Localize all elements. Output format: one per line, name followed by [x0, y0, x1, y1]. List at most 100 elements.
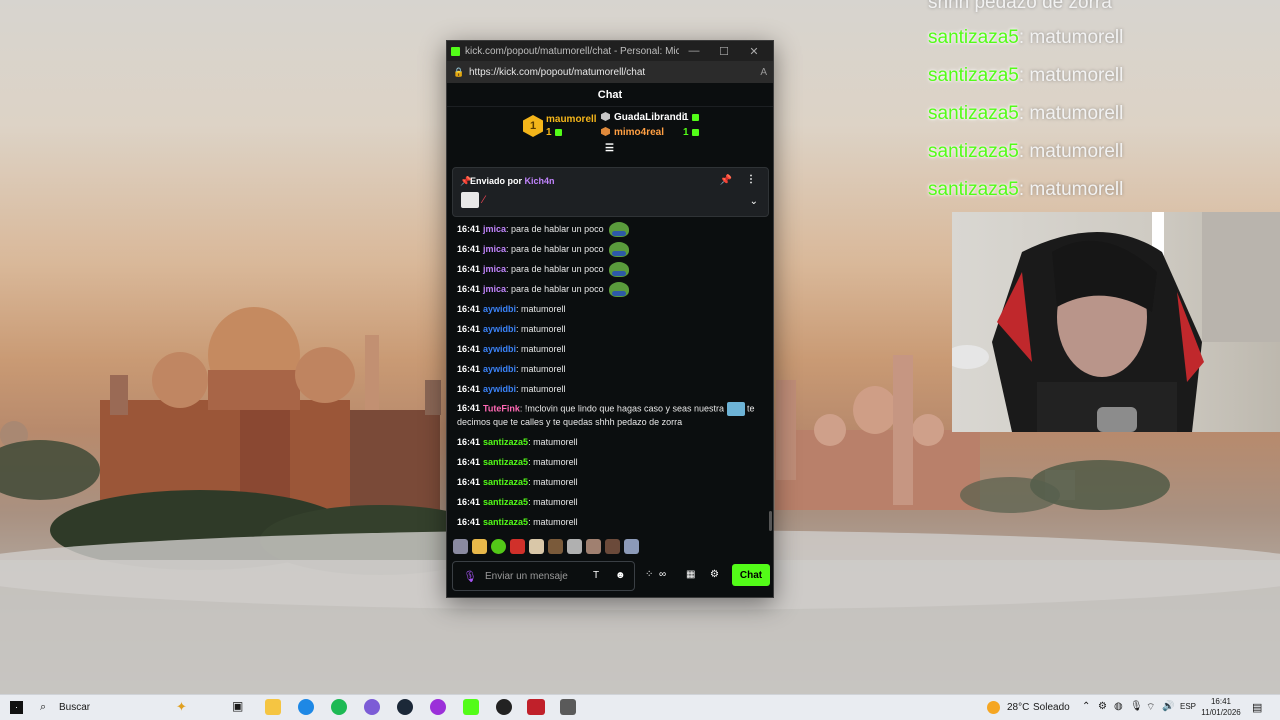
chat-message[interactable]: 16:41 santizaza5: matumorell: [457, 512, 767, 532]
message-input[interactable]: [485, 568, 585, 584]
username[interactable]: santizaza5: [483, 452, 528, 472]
tray-network-icon[interactable]: ◍: [1114, 701, 1123, 712]
windows-start-icon[interactable]: [10, 701, 23, 714]
chat-message[interactable]: 16:41 aywidbi: matumorell: [457, 339, 767, 359]
username[interactable]: santizaza5: [483, 472, 528, 492]
input-language[interactable]: ESP: [1180, 702, 1196, 711]
timestamp: 16:41: [457, 244, 481, 254]
store-icon[interactable]: ▦: [686, 569, 695, 580]
username[interactable]: TuteFink: [483, 403, 520, 413]
weather-condition[interactable]: Soleado: [1033, 702, 1070, 713]
tray-chevron-up-icon[interactable]: ⌃: [1082, 701, 1090, 712]
emoji-icon[interactable]: ☻: [615, 570, 626, 581]
chat-message[interactable]: 16:41 aywidbi: matumorell: [457, 359, 767, 379]
chevron-down-icon[interactable]: ⌄: [750, 196, 758, 207]
unpin-icon[interactable]: 📌: [720, 175, 732, 186]
canva-app-icon[interactable]: [430, 699, 446, 715]
steam-icon[interactable]: [397, 699, 413, 715]
leaderboard-first-name[interactable]: maumorell: [546, 114, 597, 125]
chat-message[interactable]: 16:41 aywidbi: matumorell: [457, 319, 767, 339]
gift-leaderboard[interactable]: 1 maumorell 1 GuadaLibrandi 1 mimo4real …: [447, 107, 773, 154]
quick-emote-icon[interactable]: [624, 539, 639, 554]
quick-emote-icon[interactable]: [567, 539, 582, 554]
chat-message[interactable]: 16:41 jmica: para de hablar un poco: [457, 219, 767, 239]
quick-emote-icon[interactable]: [472, 539, 487, 554]
wifi-icon[interactable]: ⌔: [1146, 701, 1155, 714]
file-explorer-icon[interactable]: [265, 699, 281, 715]
quick-emote-icon[interactable]: [548, 539, 563, 554]
translate-icon[interactable]: T: [593, 570, 599, 581]
search-icon[interactable]: ⌕: [40, 701, 46, 714]
collapse-leaderboard-icon[interactable]: ☰: [605, 143, 614, 154]
chat-message[interactable]: 16:41 aywidbi: matumorell: [457, 299, 767, 319]
chat-message[interactable]: 16:41 jmica: para de hablar un poco: [457, 239, 767, 259]
edge-browser-icon[interactable]: [298, 699, 314, 715]
chat-message[interactable]: 16:41 santizaza5: matumorell: [457, 452, 767, 472]
discord-icon[interactable]: [364, 699, 380, 715]
username[interactable]: santizaza5: [483, 432, 528, 452]
chat-scrollbar[interactable]: [769, 511, 772, 531]
read-aloud-icon[interactable]: A: [760, 67, 767, 78]
quick-emote-icon[interactable]: [510, 539, 525, 554]
notification-icon[interactable]: ▤: [1252, 701, 1262, 714]
close-button[interactable]: ✕: [739, 45, 769, 58]
username[interactable]: santizaza5: [483, 492, 528, 512]
quick-emote-icon[interactable]: [491, 539, 506, 554]
pinned-message[interactable]: 📌 Enviado por Kich4n 📌 ⋮ ⁄ ⌄: [452, 167, 769, 217]
maximize-button[interactable]: ☐: [709, 45, 739, 58]
temperature[interactable]: 28°C: [1007, 702, 1029, 713]
username[interactable]: aywidbi: [483, 319, 516, 339]
minimize-button[interactable]: —: [679, 45, 709, 57]
quick-emote-icon[interactable]: [453, 539, 468, 554]
pinned-sender[interactable]: Kich4n: [525, 176, 555, 186]
username[interactable]: jmica: [483, 279, 506, 299]
kick-points-icon[interactable]: ⁘: [645, 569, 653, 580]
microphone-icon[interactable]: 🎙: [463, 570, 477, 583]
leaderboard-second-name[interactable]: GuadaLibrandi: [614, 112, 685, 123]
microphone-tray-icon[interactable]: 🎙: [1130, 701, 1143, 712]
url-text[interactable]: https://kick.com/popout/matumorell/chat: [469, 67, 760, 78]
username[interactable]: aywidbi: [483, 299, 516, 319]
taskbar-search-label[interactable]: Buscar: [59, 702, 90, 713]
clock-time[interactable]: 16:41: [1206, 697, 1236, 706]
stream-app-icon[interactable]: [527, 699, 545, 715]
more-options-icon[interactable]: ⋮: [746, 174, 756, 185]
tray-app-icon[interactable]: ⚙: [1098, 701, 1107, 712]
task-view-icon[interactable]: ▣: [232, 699, 248, 715]
username[interactable]: aywidbi: [483, 339, 516, 359]
username[interactable]: jmica: [483, 219, 506, 239]
lock-icon[interactable]: 🔒: [453, 67, 465, 78]
clock-date[interactable]: 11/01/2026: [1200, 708, 1242, 717]
quick-emote-icon[interactable]: [605, 539, 620, 554]
sun-weather-icon[interactable]: [987, 701, 1000, 714]
volume-icon[interactable]: 🔊: [1162, 701, 1174, 712]
spotify-icon[interactable]: [331, 699, 347, 715]
kick-app-icon[interactable]: [463, 699, 479, 715]
chat-message[interactable]: 16:41 santizaza5: matumorell: [457, 492, 767, 512]
copilot-sparkle-icon[interactable]: ✦: [176, 699, 187, 715]
chat-message[interactable]: 16:41 jmica: para de hablar un poco: [457, 279, 767, 299]
username[interactable]: aywidbi: [483, 379, 516, 399]
leaderboard-second-count: 1: [683, 112, 699, 123]
address-bar[interactable]: 🔒 https://kick.com/popout/matumorell/cha…: [447, 61, 773, 83]
chat-message[interactable]: 16:41 santizaza5: matumorell: [457, 472, 767, 492]
chat-messages[interactable]: 16:41 jmica: para de hablar un poco 16:41…: [457, 219, 767, 532]
chat-message[interactable]: 16:41 santizaza5: matumorell: [457, 432, 767, 452]
chat-message[interactable]: 16:41 TuteFink: !mclovin que lindo que ha…: [457, 399, 767, 432]
quick-emote-icon[interactable]: [586, 539, 601, 554]
obs-studio-icon[interactable]: [496, 699, 512, 715]
active-app-icon[interactable]: [560, 699, 576, 715]
username[interactable]: jmica: [483, 239, 506, 259]
username[interactable]: santizaza5: [483, 512, 528, 532]
username[interactable]: aywidbi: [483, 359, 516, 379]
chat-message[interactable]: 16:41 aywidbi: matumorell: [457, 379, 767, 399]
infinity-icon[interactable]: ∞: [659, 569, 666, 580]
leaderboard-third-name[interactable]: mimo4real: [614, 127, 664, 138]
browser-titlebar[interactable]: kick.com/popout/matumorell/chat - Person…: [447, 41, 773, 61]
quick-emote-icon[interactable]: [529, 539, 544, 554]
settings-gear-icon[interactable]: ⚙: [710, 569, 719, 580]
username[interactable]: jmica: [483, 259, 506, 279]
chat-message[interactable]: 16:41 jmica: para de hablar un poco: [457, 259, 767, 279]
chat-send-button[interactable]: Chat: [732, 564, 770, 586]
chat-input-box[interactable]: 🎙 T ☻: [452, 561, 635, 591]
